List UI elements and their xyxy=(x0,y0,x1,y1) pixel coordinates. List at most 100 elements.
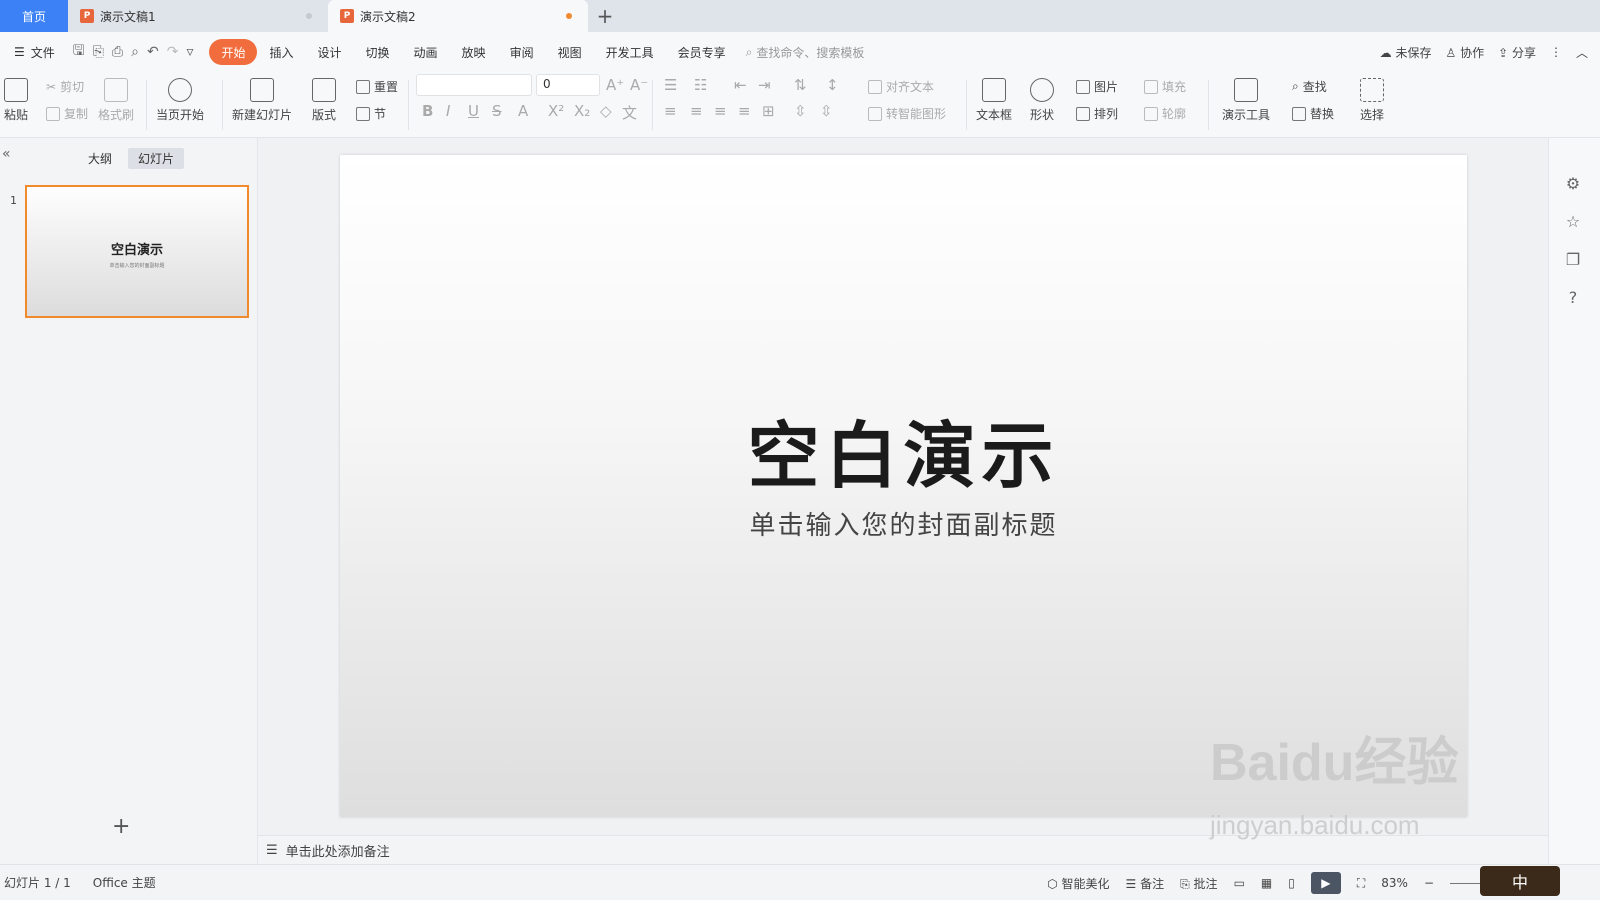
font-family-select[interactable] xyxy=(416,74,532,96)
present-tools-button[interactable]: 演示工具 xyxy=(1222,78,1270,123)
align-center-icon[interactable]: ≡ xyxy=(690,102,703,120)
collapse-ribbon-icon[interactable]: ︿ xyxy=(1576,44,1588,61)
bold-icon[interactable]: B xyxy=(422,102,433,120)
fill-button[interactable]: 填充 xyxy=(1144,78,1186,95)
file-menu[interactable]: ☰ 文件 xyxy=(6,44,63,61)
export-icon[interactable]: ⎘ xyxy=(93,44,104,60)
line-spacing-2-icon[interactable]: ⇳ xyxy=(820,102,833,120)
fit-icon[interactable]: ⛶ xyxy=(1357,876,1365,891)
text-direction-icon[interactable]: ⇅ xyxy=(794,76,807,94)
notes-toggle[interactable]: ☰ 备注 xyxy=(1126,875,1165,892)
new-tab-button[interactable]: + xyxy=(588,0,622,32)
unsaved-button[interactable]: ☁ 未保存 xyxy=(1380,44,1432,61)
clear-format-icon[interactable]: ◇ xyxy=(600,102,612,120)
home-tab[interactable]: 首页 xyxy=(0,0,68,32)
menu-design[interactable]: 设计 xyxy=(306,39,354,65)
font-color-icon[interactable]: A xyxy=(518,102,528,120)
reading-view-icon[interactable]: ▯ xyxy=(1288,876,1295,890)
format-painter-button[interactable]: 格式刷 xyxy=(98,78,134,123)
command-search[interactable]: ⌕ 查找命令、搜索模板 xyxy=(746,44,865,61)
menu-member[interactable]: 会员专享 xyxy=(666,39,738,65)
layout-button[interactable]: 版式 xyxy=(312,78,336,123)
beautify-button[interactable]: ⬡ 智能美化 xyxy=(1047,875,1109,892)
slide-title[interactable]: 空白演示 xyxy=(340,397,1467,502)
share-button[interactable]: ⇪ 分享 xyxy=(1498,44,1536,61)
phonetic-icon[interactable]: 文 xyxy=(622,102,637,123)
unsaved-dot[interactable] xyxy=(566,13,572,19)
copy-button[interactable]: 复制 xyxy=(46,105,88,122)
pin-icon[interactable]: ☆ xyxy=(1563,212,1583,232)
comments-toggle[interactable]: ⎘ 批注 xyxy=(1180,875,1217,892)
undo-icon[interactable]: ↶ xyxy=(147,44,159,60)
document-tab-1[interactable]: P 演示文稿1 xyxy=(68,0,328,32)
theme-name[interactable]: Office 主题 xyxy=(93,874,156,891)
smart-art-button[interactable]: 转智能图形 xyxy=(868,105,946,122)
collapse-panel-icon[interactable]: « xyxy=(2,146,11,162)
reset-button[interactable]: 重置 xyxy=(356,78,398,95)
grid-view-icon[interactable]: ▦ xyxy=(1261,876,1272,890)
section-button[interactable]: 节 xyxy=(356,105,386,122)
more-icon[interactable]: ⋮ xyxy=(1550,45,1562,59)
slide-canvas[interactable]: 空白演示 单击输入您的封面副标题 xyxy=(340,155,1467,817)
new-slide-button[interactable]: 新建幻灯片 xyxy=(232,78,292,123)
tab-slides[interactable]: 幻灯片 xyxy=(128,148,185,169)
increase-indent-icon[interactable]: ⇥ xyxy=(758,76,771,94)
paste-button[interactable]: 粘贴 xyxy=(4,78,28,123)
slideshow-play-button[interactable]: ▶ xyxy=(1310,872,1341,894)
outline-button[interactable]: 轮廓 xyxy=(1144,105,1186,122)
slide-subtitle[interactable]: 单击输入您的封面副标题 xyxy=(340,505,1467,542)
textbox-button[interactable]: 文本框 xyxy=(976,78,1012,123)
shape-button[interactable]: 形状 xyxy=(1030,78,1054,123)
menu-slideshow[interactable]: 放映 xyxy=(450,39,498,65)
line-spacing-icon[interactable]: ↕ xyxy=(826,76,839,94)
decrease-indent-icon[interactable]: ⇤ xyxy=(734,76,747,94)
save-icon[interactable]: 🖫 xyxy=(73,40,85,64)
menu-review[interactable]: 审阅 xyxy=(498,39,546,65)
bullet-list-icon[interactable]: ☰ xyxy=(664,76,677,94)
ime-indicator[interactable]: 中 xyxy=(1480,866,1560,896)
menu-home[interactable]: 开始 xyxy=(209,39,258,65)
menu-insert[interactable]: 插入 xyxy=(257,39,305,65)
add-slide-button[interactable]: + xyxy=(112,814,130,839)
underline-icon[interactable]: U xyxy=(468,102,479,120)
normal-view-icon[interactable]: ▭ xyxy=(1234,876,1245,890)
italic-icon[interactable]: I xyxy=(446,102,450,120)
select-button[interactable]: 选择 xyxy=(1360,78,1384,123)
play-from-current-button[interactable]: 当页开始 xyxy=(156,78,204,123)
distribute-icon[interactable]: ⊞ xyxy=(762,102,775,120)
menu-transition[interactable]: 切换 xyxy=(354,39,402,65)
grow-font-icon[interactable]: A⁺ xyxy=(606,76,624,94)
slides-icon[interactable]: ❐ xyxy=(1563,250,1583,270)
zoom-level[interactable]: 83% xyxy=(1381,876,1408,890)
tab-outline[interactable]: 大纲 xyxy=(78,148,122,169)
preview-icon[interactable]: ⌕ xyxy=(131,44,139,60)
arrange-button[interactable]: 排列 xyxy=(1076,105,1118,122)
document-tab-2[interactable]: P 演示文稿2 xyxy=(328,0,588,32)
cut-button[interactable]: ✂ 剪切 xyxy=(46,78,84,95)
help-icon[interactable]: ? xyxy=(1563,288,1583,308)
justify-icon[interactable]: ≡ xyxy=(738,102,751,120)
picture-button[interactable]: 图片 xyxy=(1076,78,1118,95)
replace-button[interactable]: 替换 xyxy=(1292,105,1334,122)
find-button[interactable]: ⌕ 查找 xyxy=(1292,78,1327,95)
align-left-icon[interactable]: ≡ xyxy=(664,102,677,120)
subscript-icon[interactable]: X₂ xyxy=(574,102,590,120)
paragraph-spacing-icon[interactable]: ⇳ xyxy=(794,102,807,120)
menu-view[interactable]: 视图 xyxy=(546,39,594,65)
superscript-icon[interactable]: X² xyxy=(548,102,564,120)
properties-icon[interactable]: ⚙ xyxy=(1563,174,1583,194)
customize-icon[interactable]: ▿ xyxy=(186,44,193,60)
font-size-select[interactable]: 0 xyxy=(536,74,600,96)
shrink-font-icon[interactable]: A⁻ xyxy=(630,76,648,94)
zoom-out-icon[interactable]: − xyxy=(1424,876,1434,890)
tab-close-dot[interactable] xyxy=(306,13,312,19)
redo-icon[interactable]: ↷ xyxy=(167,44,179,60)
strikethrough-icon[interactable]: S xyxy=(492,102,502,120)
collab-button[interactable]: ♙ 协作 xyxy=(1445,44,1484,61)
menu-animation[interactable]: 动画 xyxy=(402,39,450,65)
print-icon[interactable]: ⎙ xyxy=(112,44,123,60)
menu-developer[interactable]: 开发工具 xyxy=(594,39,666,65)
align-right-icon[interactable]: ≡ xyxy=(714,102,727,120)
align-text-button[interactable]: 对齐文本 xyxy=(868,78,934,95)
numbered-list-icon[interactable]: ☷ xyxy=(694,76,707,94)
